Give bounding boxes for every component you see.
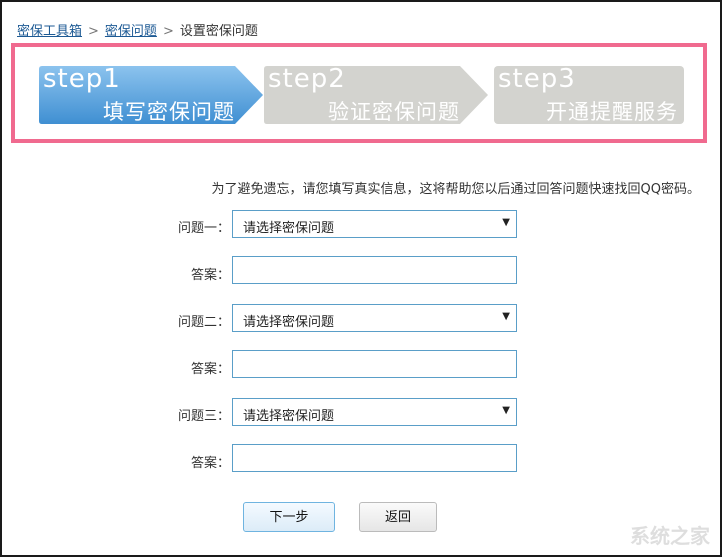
- dropdown-arrow-icon: ▼: [502, 217, 510, 228]
- step-3: step3 开通提醒服务: [494, 64, 684, 124]
- step-2: step2 验证密保问题: [264, 64, 490, 124]
- watermark: 系统之家: [630, 524, 710, 548]
- answer-2-label: 答案：: [190, 362, 230, 377]
- question-2-select[interactable]: 请选择密保问题 ▼: [232, 304, 517, 332]
- question-2-label: 问题二：: [177, 315, 230, 330]
- answer-2-input[interactable]: [232, 350, 517, 378]
- step-1: step1 填写密保问题: [39, 64, 265, 124]
- question-1-select[interactable]: 请选择密保问题 ▼: [232, 210, 517, 238]
- step-number: step1: [43, 64, 121, 94]
- question-3-label: 问题三：: [177, 409, 230, 424]
- dropdown-arrow-icon: ▼: [502, 311, 510, 322]
- breadcrumb-separator: >: [88, 24, 99, 39]
- breadcrumb-separator: >: [162, 24, 174, 39]
- question-3-select[interactable]: 请选择密保问题 ▼: [232, 398, 517, 426]
- answer-3-input[interactable]: [232, 444, 517, 472]
- step-number: step2: [268, 64, 346, 94]
- step-title: 开通提醒服务: [546, 100, 678, 124]
- breadcrumb: 密保工具箱 > 密保问题 > 设置密保问题: [17, 20, 258, 39]
- dropdown-arrow-icon: ▼: [502, 405, 510, 416]
- answer-1-input[interactable]: [232, 256, 517, 284]
- question-1-label: 问题一：: [177, 221, 230, 236]
- window: 密保工具箱 > 密保问题 > 设置密保问题 step1 填写密保问题 step2 验证密保问…: [2, 2, 720, 555]
- select-value: 请选择密保问题: [243, 315, 335, 330]
- breadcrumb-toolbox[interactable]: 密保工具箱: [17, 24, 82, 39]
- select-value: 请选择密保问题: [243, 221, 335, 236]
- answer-1-label: 答案：: [190, 268, 230, 283]
- info-text: 为了避免遗忘，请您填写真实信息，这将帮助您以后通过回答问题快速找回QQ密码。: [211, 182, 700, 197]
- breadcrumb-current: 设置密保问题: [179, 24, 258, 39]
- step-title: 验证密保问题: [328, 100, 460, 124]
- step-title: 填写密保问题: [103, 100, 235, 124]
- back-button[interactable]: 返回: [359, 502, 437, 532]
- select-value: 请选择密保问题: [243, 409, 335, 424]
- step-number: step3: [498, 64, 576, 94]
- next-step-button[interactable]: 下一步: [243, 502, 335, 532]
- step-progress: step1 填写密保问题 step2 验证密保问题 step3 开通提醒服务: [11, 43, 707, 143]
- breadcrumb-security-questions[interactable]: 密保问题: [105, 24, 157, 39]
- answer-3-label: 答案：: [190, 456, 230, 471]
